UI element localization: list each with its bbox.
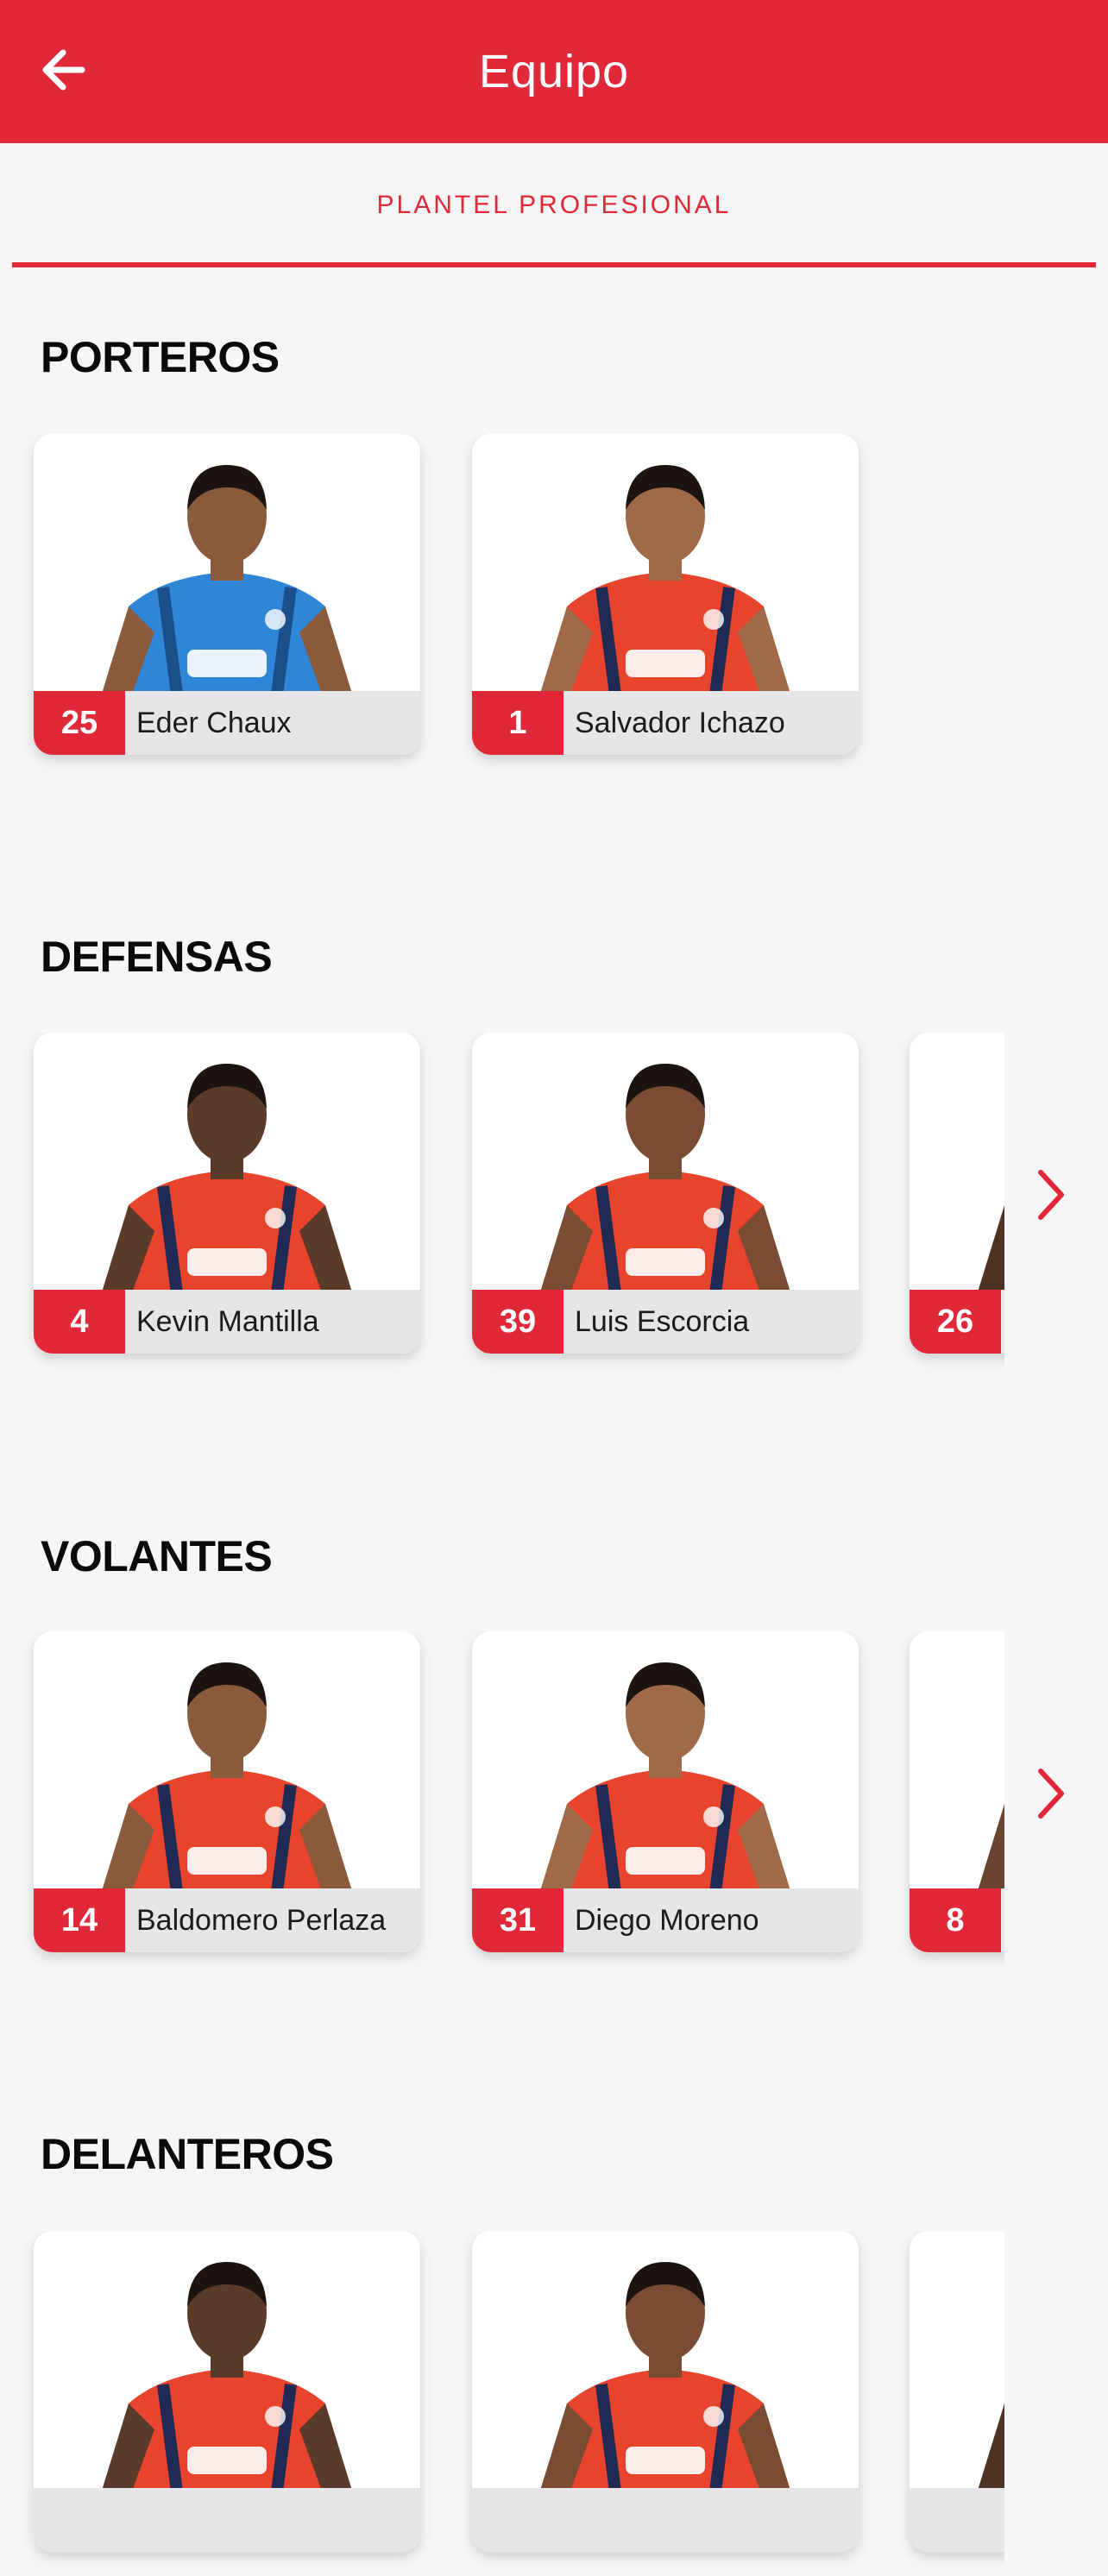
app-header: Equipo xyxy=(0,0,1108,143)
player-number-badge: 14 xyxy=(34,1888,125,1952)
tab-plantel-profesional[interactable]: PLANTEL PROFESIONAL xyxy=(12,143,1096,267)
section-title: DEFENSAS xyxy=(41,933,273,981)
player-number-badge: 4 xyxy=(34,1290,125,1354)
player-name: Luis Escorcia xyxy=(575,1304,750,1338)
player-card[interactable]: 4 Kevin Mantilla xyxy=(34,1033,420,1354)
player-number-badge: 25 xyxy=(34,691,125,755)
player-card[interactable]: 1 Salvador Ichazo xyxy=(472,434,859,755)
player-name-bar xyxy=(472,2488,859,2552)
player-card[interactable]: 25 Eder Chaux xyxy=(34,434,420,755)
player-number-badge: 31 xyxy=(472,1888,563,1952)
arrow-left-icon xyxy=(42,49,85,91)
player-number-badge: 8 xyxy=(910,1888,1001,1952)
player-card[interactable] xyxy=(472,2231,859,2552)
scroll-right-button[interactable] xyxy=(1027,1160,1075,1229)
player-number-badge: 1 xyxy=(472,691,563,755)
section-title: VOLANTES xyxy=(41,1532,273,1580)
player-card[interactable]: 31 Diego Moreno xyxy=(472,1631,859,1952)
chevron-right-icon xyxy=(1038,1170,1064,1220)
scroll-right-button[interactable] xyxy=(1027,1759,1075,1828)
player-card[interactable] xyxy=(34,2231,420,2552)
player-name: Diego Moreno xyxy=(575,1903,759,1937)
back-button[interactable] xyxy=(33,40,93,100)
player-card[interactable]: 26 xyxy=(910,1033,1004,1354)
player-number-badge: 26 xyxy=(910,1290,1001,1354)
page-title: Equipo xyxy=(478,46,630,97)
player-name-bar xyxy=(910,2488,1004,2552)
chevron-right-icon xyxy=(1038,1769,1064,1819)
player-name: Baldomero Perlaza xyxy=(136,1903,387,1937)
player-name: Kevin Mantilla xyxy=(136,1304,319,1338)
player-name: Salvador Ichazo xyxy=(575,706,785,739)
player-card[interactable]: 39 Luis Escorcia xyxy=(472,1033,859,1354)
player-card[interactable] xyxy=(910,2231,1004,2552)
player-carousel[interactable] xyxy=(0,2231,1004,2576)
section-title: PORTEROS xyxy=(41,333,280,381)
player-carousel[interactable]: 25 Eder Chaux 1 Salvador Ichazo xyxy=(0,434,1004,779)
section-title: DELANTEROS xyxy=(41,2130,334,2178)
player-name: Eder Chaux xyxy=(136,706,292,739)
active-tab-indicator xyxy=(12,262,1096,267)
player-name-bar xyxy=(34,2488,420,2552)
tab-bar: PLANTEL PROFESIONAL xyxy=(0,143,1108,267)
player-carousel[interactable]: 14 Baldomero Perlaza 31 Diego Moreno 8 xyxy=(0,1631,1004,1976)
player-carousel[interactable]: 4 Kevin Mantilla 39 Luis Escorcia 26 xyxy=(0,1033,1004,1378)
player-card[interactable]: 8 xyxy=(910,1631,1004,1952)
player-number-badge: 39 xyxy=(472,1290,563,1354)
player-card[interactable]: 14 Baldomero Perlaza xyxy=(34,1631,420,1952)
